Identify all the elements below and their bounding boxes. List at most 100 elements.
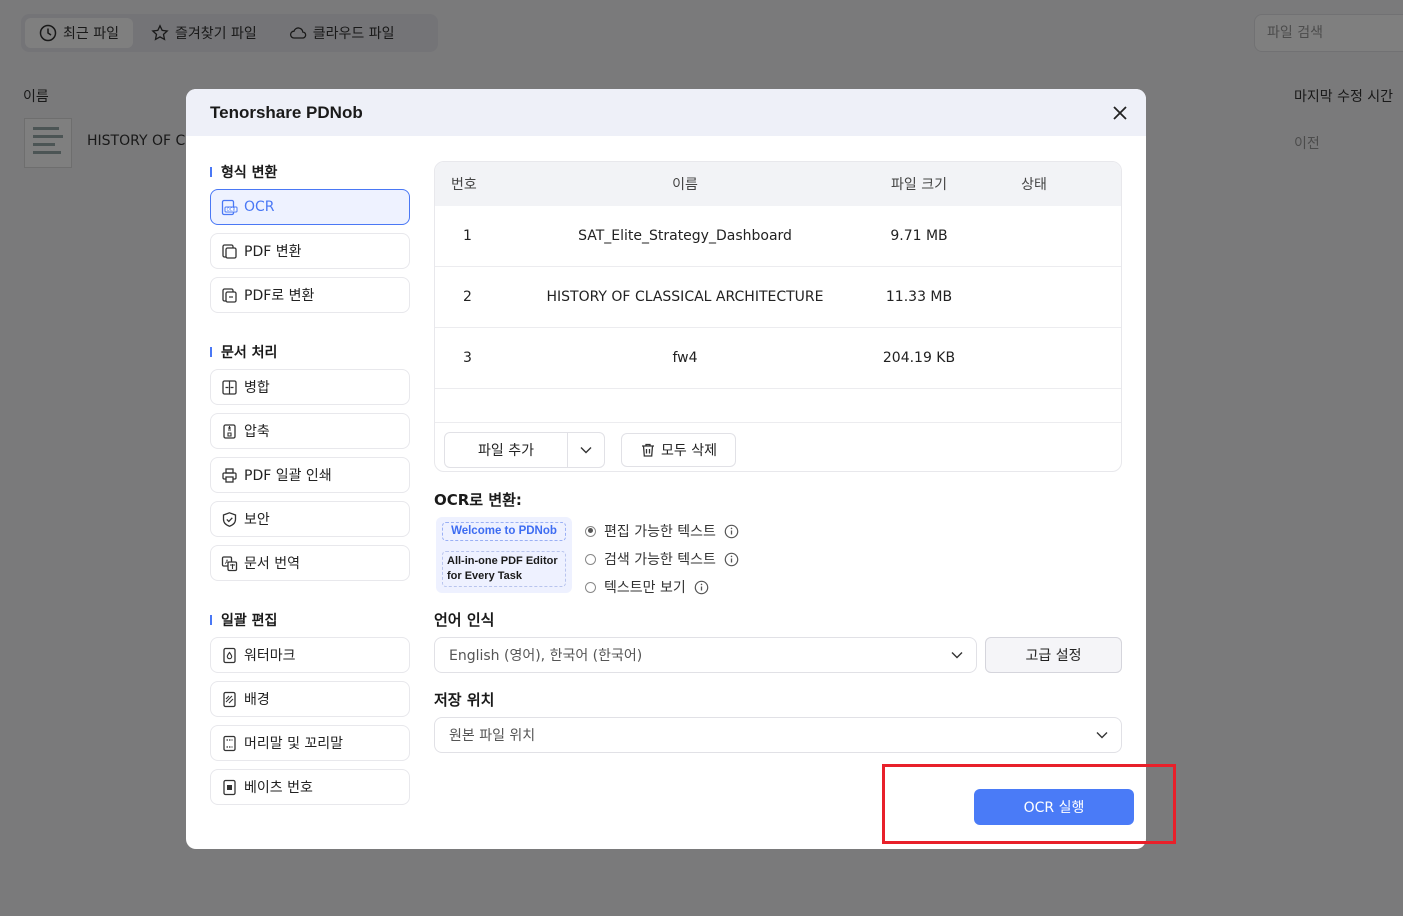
sidebar-item-label: 문서 번역 xyxy=(244,556,300,572)
sidebar-item-background[interactable]: 배경 xyxy=(210,681,410,717)
sidebar-item-label: PDF 일괄 인쇄 xyxy=(244,468,332,484)
section-title-document-processing: 문서 처리 xyxy=(210,341,410,363)
bates-number-icon xyxy=(223,779,236,795)
sidebar-item-merge[interactable]: 병합 xyxy=(210,369,410,405)
radio-label: 텍스트만 보기 xyxy=(604,580,686,596)
compress-icon xyxy=(223,423,236,439)
sidebar-item-watermark[interactable]: 워터마크 xyxy=(210,637,410,673)
chevron-down-icon xyxy=(1096,732,1108,739)
ocr-preview-thumbnail: Welcome to PDNob All-in-one PDF Editor f… xyxy=(436,517,572,593)
sidebar-item-label: 머리말 및 꼬리말 xyxy=(244,736,344,752)
chevron-down-icon xyxy=(580,447,592,454)
sidebar-item-label: 보안 xyxy=(244,512,270,528)
header-name: 이름 xyxy=(672,177,698,193)
section-title-batch-edit: 일괄 편집 xyxy=(210,609,410,631)
header-number: 번호 xyxy=(451,177,477,193)
table-row[interactable]: 3 fw4 204.19 KB xyxy=(435,328,1121,389)
section-title-format-conversion: 형식 변환 xyxy=(210,161,410,183)
sidebar-item-bates-number[interactable]: 베이츠 번호 xyxy=(210,769,410,805)
shield-icon xyxy=(222,511,237,527)
save-location-value: 원본 파일 위치 xyxy=(449,728,536,744)
header-file-size: 파일 크기 xyxy=(891,177,947,193)
header-footer-icon xyxy=(223,735,236,751)
advanced-settings-button[interactable]: 고급 설정 xyxy=(985,637,1122,673)
row-size: 204.19 KB xyxy=(882,350,956,366)
highlight-box xyxy=(882,764,1176,844)
radio-label: 검색 가능한 텍스트 xyxy=(604,552,716,568)
language-label: 언어 인식 xyxy=(434,611,495,629)
dialog-title: Tenorshare PDNob xyxy=(210,102,363,122)
sidebar-item-label: PDF 변환 xyxy=(244,244,302,260)
radio-text-only[interactable]: 텍스트만 보기 xyxy=(585,573,739,601)
header-status: 상태 xyxy=(1021,177,1047,193)
sidebar-item-pdf-convert[interactable]: PDF 변환 xyxy=(210,233,410,269)
row-size: 11.33 MB xyxy=(885,289,953,305)
chevron-down-icon xyxy=(951,652,963,659)
info-icon[interactable] xyxy=(694,580,709,595)
row-name: SAT_Elite_Strategy_Dashboard xyxy=(578,228,792,244)
row-size: 9.71 MB xyxy=(890,228,948,244)
dialog-header: Tenorshare PDNob xyxy=(186,89,1146,136)
thumbnail-line-1: Welcome to PDNob xyxy=(442,522,566,541)
file-actions: 파일 추가 모두 삭제 xyxy=(435,423,1121,468)
row-number: 3 xyxy=(463,350,472,366)
table-row[interactable]: 2 HISTORY OF CLASSICAL ARCHITECTURE 11.3… xyxy=(435,267,1121,328)
save-location-select[interactable]: 원본 파일 위치 xyxy=(434,717,1122,753)
ocr-mode-options: 편집 가능한 텍스트 검색 가능한 텍스트 텍스트만 보기 xyxy=(585,517,739,601)
row-number: 2 xyxy=(463,289,472,305)
table-row[interactable]: 1 SAT_Elite_Strategy_Dashboard 9.71 MB xyxy=(435,206,1121,267)
sidebar-item-compress[interactable]: 압축 xyxy=(210,413,410,449)
thumbnail-line-2: All-in-one PDF Editor for Every Task xyxy=(442,551,566,587)
sidebar-item-convert-to-pdf[interactable]: PDF로 변환 xyxy=(210,277,410,313)
table-spacer xyxy=(435,389,1121,423)
translate-icon: A xyxy=(221,555,238,571)
ocr-icon: OCR xyxy=(221,199,238,215)
save-location-label: 저장 위치 xyxy=(434,691,495,709)
language-value: English (영어), 한국어 (한국어) xyxy=(449,648,643,664)
radio-dot xyxy=(585,525,596,537)
merge-icon xyxy=(222,379,237,395)
sidebar-item-ocr[interactable]: OCR OCR xyxy=(210,189,410,225)
tool-sidebar: 형식 변환 OCR OCR PDF 변환 PDF로 변환 문서 처리 병합 압축… xyxy=(210,161,410,813)
sidebar-item-label: 배경 xyxy=(244,692,270,708)
info-icon[interactable] xyxy=(724,524,739,539)
close-icon xyxy=(1113,106,1127,120)
add-file-split-button: 파일 추가 xyxy=(444,432,605,468)
ocr-dialog: Tenorshare PDNob 형식 변환 OCR OCR PDF 변환 PD… xyxy=(186,89,1146,849)
sidebar-item-security[interactable]: 보안 xyxy=(210,501,410,537)
sidebar-item-header-footer[interactable]: 머리말 및 꼬리말 xyxy=(210,725,410,761)
sidebar-item-translate[interactable]: A 문서 번역 xyxy=(210,545,410,581)
radio-dot xyxy=(585,581,596,593)
add-file-button[interactable]: 파일 추가 xyxy=(445,433,568,467)
background-icon xyxy=(223,691,236,707)
trash-icon xyxy=(642,443,654,457)
printer-icon xyxy=(222,467,237,483)
sidebar-item-batch-print[interactable]: PDF 일괄 인쇄 xyxy=(210,457,410,493)
add-file-dropdown[interactable] xyxy=(568,433,604,467)
table-header: 번호 이름 파일 크기 상태 xyxy=(435,162,1121,206)
info-icon[interactable] xyxy=(724,552,739,567)
sidebar-item-label: 병합 xyxy=(244,380,270,396)
ocr-convert-label: OCR로 변환: xyxy=(434,491,522,509)
sidebar-item-label: OCR xyxy=(244,199,275,215)
sidebar-item-label: PDF로 변환 xyxy=(244,288,315,304)
sidebar-item-label: 압축 xyxy=(244,424,270,440)
sidebar-item-label: 베이츠 번호 xyxy=(244,780,313,796)
pdf-convert-icon xyxy=(222,243,237,259)
radio-dot xyxy=(585,553,596,565)
row-name: HISTORY OF CLASSICAL ARCHITECTURE xyxy=(546,289,824,305)
row-name: fw4 xyxy=(672,350,698,366)
radio-label: 편집 가능한 텍스트 xyxy=(604,524,716,540)
convert-to-pdf-icon xyxy=(222,287,237,303)
watermark-icon xyxy=(223,647,236,663)
file-list-panel: 번호 이름 파일 크기 상태 1 SAT_Elite_Strategy_Dash… xyxy=(434,161,1122,472)
language-select[interactable]: English (영어), 한국어 (한국어) xyxy=(434,637,977,673)
radio-searchable-text[interactable]: 검색 가능한 텍스트 xyxy=(585,545,739,573)
close-button[interactable] xyxy=(1108,101,1132,125)
delete-all-button[interactable]: 모두 삭제 xyxy=(621,433,736,467)
row-number: 1 xyxy=(463,228,472,244)
sidebar-item-label: 워터마크 xyxy=(244,648,296,664)
svg-text:OCR: OCR xyxy=(227,207,236,212)
radio-editable-text[interactable]: 편집 가능한 텍스트 xyxy=(585,517,739,545)
delete-all-label: 모두 삭제 xyxy=(661,443,717,459)
